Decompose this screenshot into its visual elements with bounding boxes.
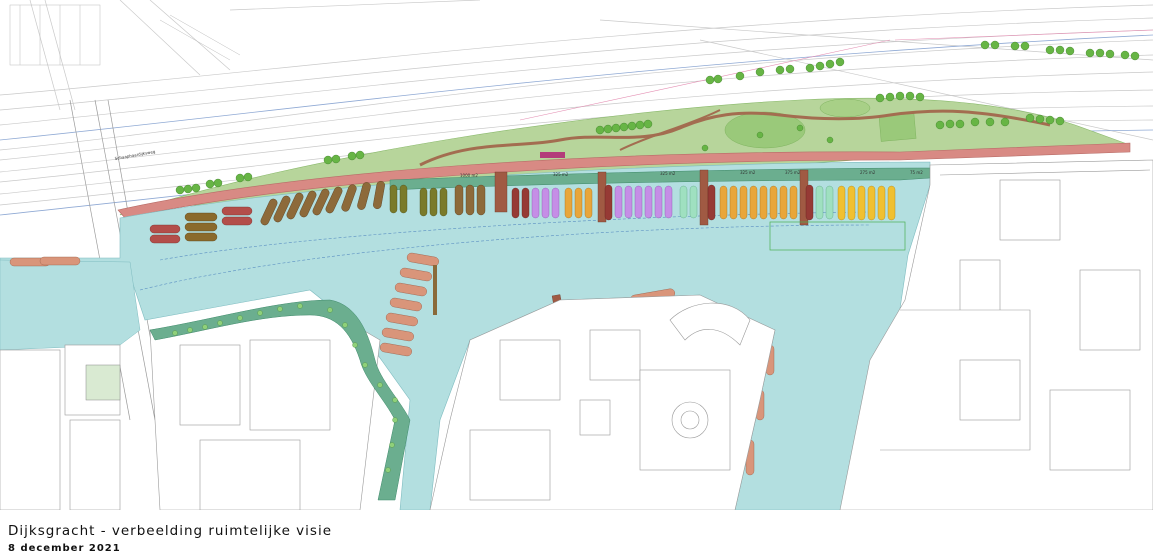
area-label: 325 m2 xyxy=(660,171,676,176)
lawn xyxy=(819,98,871,118)
area-label: 325 m2 xyxy=(553,172,569,177)
pier xyxy=(433,265,437,315)
green-square xyxy=(85,364,121,401)
water-left-channel xyxy=(0,259,141,351)
area-label: 375 m2 xyxy=(785,170,801,175)
sports-field xyxy=(878,113,917,142)
boats-olive xyxy=(184,212,218,242)
area-label: 1000 m2 xyxy=(460,173,478,178)
area-label: 75 m2 xyxy=(910,170,923,175)
area-label: 275 m2 xyxy=(860,170,876,175)
quay-pink-marker xyxy=(540,152,565,158)
area-label: 325 m2 xyxy=(740,170,756,175)
site-plan-map: 1000 m2 325 m2 325 m2 325 m2 375 m2 275 … xyxy=(0,0,1153,510)
map-date: 8 december 2021 xyxy=(8,543,121,554)
map-title: Dijksgracht - verbeelding ruimtelijke vi… xyxy=(8,523,333,539)
